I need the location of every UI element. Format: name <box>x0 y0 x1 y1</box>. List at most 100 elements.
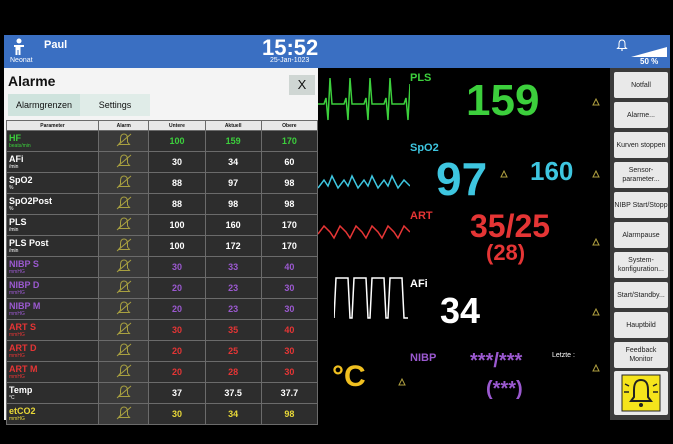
table-row[interactable]: HF beats/min 100 159 170 <box>7 131 317 151</box>
bell-icon[interactable] <box>616 39 628 51</box>
parameter-name: HF <box>9 132 21 143</box>
table-row[interactable]: etCO2 mmHG 30 34 98 <box>7 404 317 424</box>
kurven-stoppen-button[interactable]: Kurven stoppen <box>614 132 668 158</box>
lower-limit[interactable]: 30 <box>149 320 205 340</box>
upper-limit[interactable]: 40 <box>261 257 317 277</box>
upper-limit[interactable]: 98 <box>261 404 317 424</box>
alarm-toggle-cell[interactable] <box>99 404 149 424</box>
upper-limit[interactable]: 170 <box>261 215 317 235</box>
spo2-label: SpO2 <box>410 142 439 154</box>
alarme-button[interactable]: Alarme... <box>614 102 668 128</box>
temp-unit: °C <box>332 360 366 393</box>
alarmpause-button[interactable]: Alarmpause <box>614 222 668 248</box>
system-konfiguration-button[interactable]: System-konfiguration... <box>614 252 668 278</box>
lower-limit[interactable]: 30 <box>149 257 205 277</box>
current-value: 25 <box>205 341 261 361</box>
table-row[interactable]: ART DmmHG 20 25 30 <box>7 341 317 361</box>
upper-limit[interactable]: 30 <box>261 362 317 382</box>
lower-limit[interactable]: 100 <box>149 236 205 256</box>
upper-limit[interactable]: 30 <box>261 278 317 298</box>
start-standby-button[interactable]: Start/Standby... <box>614 282 668 308</box>
table-row[interactable]: PLS Post/min 100 172 170 <box>7 236 317 256</box>
lower-limit[interactable]: 30 <box>149 152 205 172</box>
nibp-value: ***/*** <box>470 350 523 372</box>
table-row[interactable]: Temp °C 37 37.5 37.7 <box>7 383 317 403</box>
table-row[interactable]: PLS/min 100 160 170 <box>7 215 317 235</box>
lower-limit[interactable]: 20 <box>149 299 205 319</box>
alarm-toggle-cell[interactable] <box>99 362 149 382</box>
upper-limit[interactable]: 98 <box>261 173 317 193</box>
spo2-value: 97 <box>436 153 488 205</box>
feedback-monitor-button[interactable]: Feedback Monitor <box>614 342 668 368</box>
alarm-toggle-cell[interactable] <box>99 131 149 151</box>
table-row[interactable]: NIBP DmmHG 20 23 30 <box>7 278 317 298</box>
nibp-start-stopp-button[interactable]: NIBP Start/Stopp <box>614 192 668 218</box>
alarm-toggle-cell[interactable] <box>99 383 149 403</box>
close-button[interactable]: X <box>289 75 315 95</box>
alarm-toggle-cell[interactable] <box>99 173 149 193</box>
lower-limit[interactable]: 88 <box>149 194 205 214</box>
parameter-cell: NIBP SmmHG <box>7 257 99 277</box>
parameter-unit: % <box>9 205 14 212</box>
tab-alarmgrenzen[interactable]: Alarmgrenzen <box>8 94 80 116</box>
parameter-name: NIBP S <box>9 258 39 269</box>
alarm-toggle-cell[interactable] <box>99 320 149 340</box>
patient-name: Paul <box>44 39 68 51</box>
alarm-silence-button[interactable] <box>614 371 668 415</box>
alarm-bell-icon <box>621 374 661 412</box>
upper-limit[interactable]: 37.7 <box>261 383 317 403</box>
upper-limit[interactable]: 170 <box>261 131 317 151</box>
lower-limit[interactable]: 100 <box>149 131 205 151</box>
alarm-dialog: Alarme X Alarmgrenzen Settings Parameter… <box>4 68 318 425</box>
alarm-toggle-cell[interactable] <box>99 299 149 319</box>
parameter-cell: SpO2% <box>7 173 99 193</box>
table-row[interactable]: SpO2Post% 88 98 98 <box>7 194 317 214</box>
current-value: 160 <box>205 215 261 235</box>
upper-limit[interactable]: 30 <box>261 299 317 319</box>
alarm-toggle-cell[interactable] <box>99 215 149 235</box>
afi-value: 34 <box>440 290 481 331</box>
parameter-unit: mmHG <box>9 352 25 359</box>
lower-limit[interactable]: 30 <box>149 404 205 424</box>
parameter-unit: beats/min <box>9 142 31 149</box>
table-header-row: Parameter Alarm Untere Aktuell Obere <box>7 121 317 130</box>
alarm-bell-icon <box>116 259 132 273</box>
upper-limit[interactable]: 170 <box>261 236 317 256</box>
table-row[interactable]: ART MmmHG 20 28 30 <box>7 362 317 382</box>
alarm-toggle-cell[interactable] <box>99 341 149 361</box>
alarm-toggle-cell[interactable] <box>99 194 149 214</box>
parameter-unit: % <box>9 184 14 191</box>
lower-limit[interactable]: 20 <box>149 278 205 298</box>
alarm-toggle-cell[interactable] <box>99 257 149 277</box>
lower-limit[interactable]: 20 <box>149 362 205 382</box>
table-row[interactable]: AFi/min 30 34 60 <box>7 152 317 172</box>
upper-limit[interactable]: 60 <box>261 152 317 172</box>
right-button-panel: Notfall Alarme... Kurven stoppen Sensor-… <box>610 68 670 420</box>
table-row[interactable]: SpO2% 88 97 98 <box>7 173 317 193</box>
alarm-toggle-cell[interactable] <box>99 236 149 256</box>
upper-limit[interactable]: 30 <box>261 341 317 361</box>
monitor-screen: Paul Neonat 15:52 25-Jan-1023 50 % PLS 1… <box>0 0 673 444</box>
hauptbild-button[interactable]: Hauptbild <box>614 312 668 338</box>
table-row[interactable]: ART SmmHG 30 35 40 <box>7 320 317 340</box>
upper-limit[interactable]: 98 <box>261 194 317 214</box>
alarm-toggle-cell[interactable] <box>99 152 149 172</box>
lower-limit[interactable]: 100 <box>149 215 205 235</box>
alarm-limits-table: Parameter Alarm Untere Aktuell Obere HF b… <box>6 120 318 425</box>
alarm-toggle-cell[interactable] <box>99 278 149 298</box>
alarm-bell-icon <box>116 343 132 357</box>
alarm-bell-icon <box>116 217 132 231</box>
upper-limit[interactable]: 40 <box>261 320 317 340</box>
notfall-button[interactable]: Notfall <box>614 72 668 98</box>
lower-limit[interactable]: 20 <box>149 341 205 361</box>
art-label: ART <box>410 210 433 222</box>
parameter-cell: NIBP DmmHG <box>7 278 99 298</box>
table-row[interactable]: NIBP SmmHG 30 33 40 <box>7 257 317 277</box>
table-row[interactable]: NIBP MmmHG 20 23 30 <box>7 299 317 319</box>
lower-limit[interactable]: 37 <box>149 383 205 403</box>
lower-limit[interactable]: 88 <box>149 173 205 193</box>
sensor-parameter-button[interactable]: Sensor-parameter... <box>614 162 668 188</box>
parameter-cell: Temp °C <box>7 383 99 403</box>
volume-icon[interactable] <box>631 47 667 57</box>
tab-settings[interactable]: Settings <box>80 94 150 116</box>
